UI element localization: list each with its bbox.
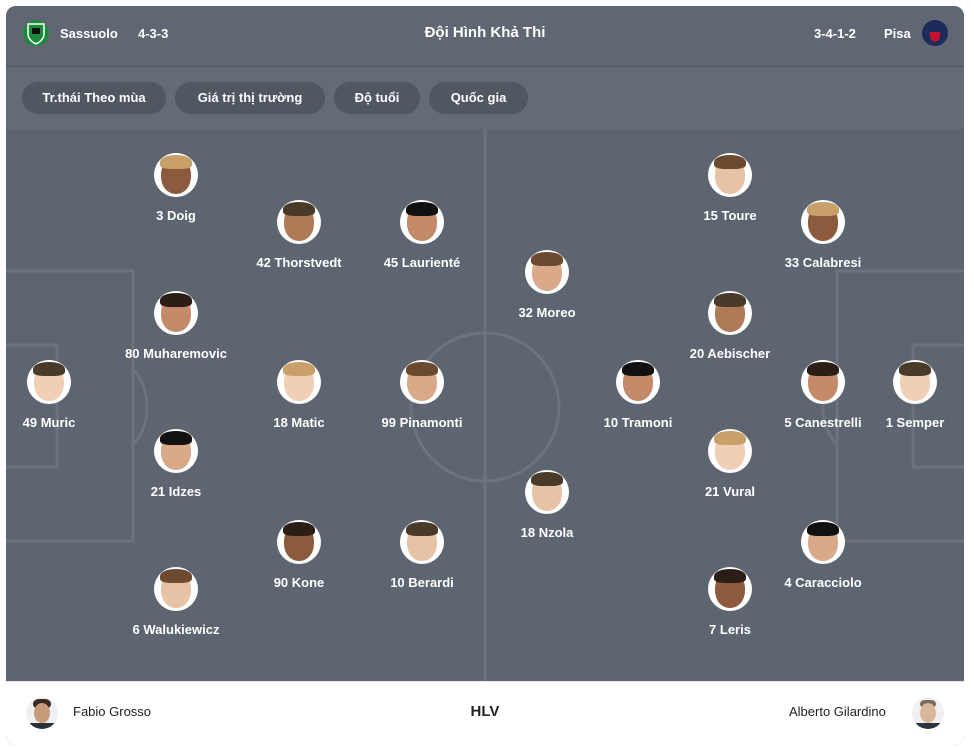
player-avatar[interactable] [708, 567, 752, 611]
player-avatar[interactable] [277, 520, 321, 564]
away-player[interactable]: 21 Vural [640, 429, 820, 499]
away-player[interactable]: 32 Moreo [457, 250, 637, 320]
sassuolo-crest-icon[interactable] [23, 20, 49, 46]
away-player[interactable]: 10 Tramoni [548, 360, 728, 430]
home-player[interactable]: 21 Idzes [86, 429, 266, 499]
player-name[interactable]: 20 Aebischer [640, 346, 820, 361]
player-name[interactable]: 21 Idzes [86, 484, 266, 499]
player-name[interactable]: 6 Walukiewicz [86, 622, 266, 637]
filter-market-value[interactable]: Giá trị thị trường [175, 82, 325, 114]
player-avatar[interactable] [154, 429, 198, 473]
filter-nationality[interactable]: Quốc gia [429, 82, 528, 114]
player-name[interactable]: 49 Muric [6, 415, 139, 430]
player-name[interactable]: 10 Berardi [332, 575, 512, 590]
player-avatar[interactable] [525, 250, 569, 294]
away-player[interactable]: 18 Nzola [457, 470, 637, 540]
player-avatar[interactable] [801, 520, 845, 564]
player-name[interactable]: 10 Tramoni [548, 415, 728, 430]
player-avatar[interactable] [27, 360, 71, 404]
home-player[interactable]: 99 Pinamonti [332, 360, 512, 430]
away-team-name[interactable]: Pisa [884, 26, 911, 41]
away-coach-avatar[interactable] [912, 697, 944, 729]
coaches-bar: Fabio Grosso HLV Alberto Gilardino [6, 681, 964, 745]
pitch: 49 Muric 3 Doig 80 Muharemovic 21 Idzes 6 Wa… [6, 129, 964, 681]
away-formation: 3-4-1-2 [814, 26, 856, 41]
player-name[interactable]: 32 Moreo [457, 305, 637, 320]
filter-season-status[interactable]: Tr.thái Theo mùa [22, 82, 166, 114]
pisa-crest-icon[interactable] [922, 20, 948, 46]
home-team-name[interactable]: Sassuolo [60, 26, 118, 41]
player-avatar[interactable] [277, 200, 321, 244]
player-avatar[interactable] [400, 200, 444, 244]
away-player[interactable]: 20 Aebischer [640, 291, 820, 361]
player-name[interactable]: 99 Pinamonti [332, 415, 512, 430]
player-avatar[interactable] [400, 360, 444, 404]
home-formation: 4-3-3 [138, 26, 169, 41]
player-name[interactable]: 33 Calabresi [733, 255, 913, 270]
away-player[interactable]: 7 Leris [640, 567, 820, 637]
player-avatar[interactable] [525, 470, 569, 514]
player-avatar[interactable] [801, 360, 845, 404]
player-name[interactable]: 15 Toure [640, 208, 820, 223]
player-avatar[interactable] [616, 360, 660, 404]
player-name[interactable]: 18 Nzola [457, 525, 637, 540]
player-avatar[interactable] [708, 429, 752, 473]
home-player[interactable]: 80 Muharemovic [86, 291, 266, 361]
away-coach-name[interactable]: Alberto Gilardino [789, 704, 886, 719]
player-avatar[interactable] [154, 153, 198, 197]
player-name[interactable]: 7 Leris [640, 622, 820, 637]
player-name[interactable]: 21 Vural [640, 484, 820, 499]
lineup-card: Sassuolo 4-3-3 Đội Hình Khả Thi 3-4-1-2 … [6, 6, 964, 745]
filter-bar: Tr.thái Theo mùa Giá trị thị trường Độ t… [6, 67, 964, 129]
lineup-header: Sassuolo 4-3-3 Đội Hình Khả Thi 3-4-1-2 … [6, 6, 964, 67]
filter-age[interactable]: Độ tuổi [334, 82, 420, 114]
player-avatar[interactable] [708, 153, 752, 197]
player-avatar[interactable] [400, 520, 444, 564]
player-avatar[interactable] [708, 291, 752, 335]
player-avatar[interactable] [154, 291, 198, 335]
away-player[interactable]: 15 Toure [640, 153, 820, 223]
player-avatar[interactable] [154, 567, 198, 611]
player-name[interactable]: 80 Muharemovic [86, 346, 266, 361]
player-avatar[interactable] [277, 360, 321, 404]
player-name[interactable]: 5 Canestrelli [733, 415, 913, 430]
away-player[interactable]: 5 Canestrelli [733, 360, 913, 430]
home-player[interactable]: 49 Muric [6, 360, 139, 430]
